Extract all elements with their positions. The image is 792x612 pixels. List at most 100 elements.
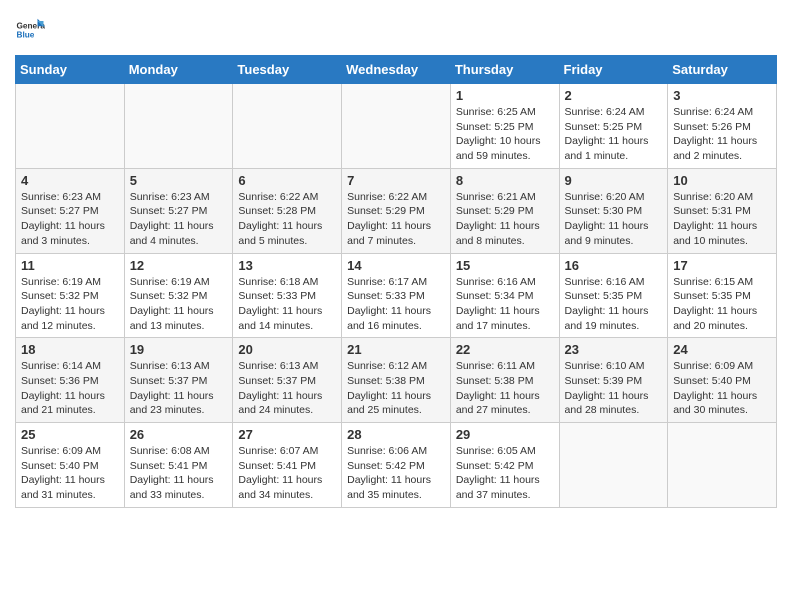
cell-info: Sunrise: 6:24 AMSunset: 5:26 PMDaylight:… xyxy=(673,105,771,164)
day-number: 11 xyxy=(21,258,119,273)
day-cell-9: 9 Sunrise: 6:20 AMSunset: 5:30 PMDaylight… xyxy=(559,168,668,253)
svg-text:Blue: Blue xyxy=(17,31,35,40)
day-number: 10 xyxy=(673,173,771,188)
cell-info: Sunrise: 6:18 AMSunset: 5:33 PMDaylight:… xyxy=(238,275,336,334)
cell-info: Sunrise: 6:10 AMSunset: 5:39 PMDaylight:… xyxy=(565,359,663,418)
cell-info: Sunrise: 6:19 AMSunset: 5:32 PMDaylight:… xyxy=(130,275,228,334)
cell-info: Sunrise: 6:20 AMSunset: 5:30 PMDaylight:… xyxy=(565,190,663,249)
day-number: 26 xyxy=(130,427,228,442)
cell-info: Sunrise: 6:19 AMSunset: 5:32 PMDaylight:… xyxy=(21,275,119,334)
day-cell-20: 20 Sunrise: 6:13 AMSunset: 5:37 PMDayligh… xyxy=(233,338,342,423)
empty-cell xyxy=(668,423,777,508)
day-cell-24: 24Sunrise: 6:09 AMSunset: 5:40 PMDayligh… xyxy=(668,338,777,423)
page-header: General Blue xyxy=(15,15,777,45)
day-number: 9 xyxy=(565,173,663,188)
logo-icon: General Blue xyxy=(15,15,45,45)
cell-info: Sunrise: 6:09 AMSunset: 5:40 PMDaylight:… xyxy=(673,359,771,418)
day-cell-4: 4 Sunrise: 6:23 AMSunset: 5:27 PMDaylight… xyxy=(16,168,125,253)
day-cell-8: 8 Sunrise: 6:21 AMSunset: 5:29 PMDaylight… xyxy=(450,168,559,253)
day-number: 28 xyxy=(347,427,445,442)
empty-cell xyxy=(342,84,451,169)
header-day-wednesday: Wednesday xyxy=(342,56,451,84)
day-cell-27: 27Sunrise: 6:07 AMSunset: 5:41 PMDayligh… xyxy=(233,423,342,508)
day-number: 1 xyxy=(456,88,554,103)
cell-info: Sunrise: 6:09 AMSunset: 5:40 PMDaylight:… xyxy=(21,444,119,503)
day-cell-6: 6 Sunrise: 6:22 AMSunset: 5:28 PMDaylight… xyxy=(233,168,342,253)
cell-info: Sunrise: 6:11 AMSunset: 5:38 PMDaylight:… xyxy=(456,359,554,418)
day-cell-16: 16Sunrise: 6:16 AMSunset: 5:35 PMDayligh… xyxy=(559,253,668,338)
day-cell-3: 3Sunrise: 6:24 AMSunset: 5:26 PMDaylight… xyxy=(668,84,777,169)
day-number: 12 xyxy=(130,258,228,273)
day-number: 4 xyxy=(21,173,119,188)
cell-info: Sunrise: 6:14 AMSunset: 5:36 PMDaylight:… xyxy=(21,359,119,418)
cell-info: Sunrise: 6:22 AMSunset: 5:28 PMDaylight:… xyxy=(238,190,336,249)
day-number: 8 xyxy=(456,173,554,188)
week-row-5: 25 Sunrise: 6:09 AMSunset: 5:40 PMDayligh… xyxy=(16,423,777,508)
logo: General Blue xyxy=(15,15,49,45)
cell-info: Sunrise: 6:06 AMSunset: 5:42 PMDaylight:… xyxy=(347,444,445,503)
week-row-4: 18 Sunrise: 6:14 AMSunset: 5:36 PMDayligh… xyxy=(16,338,777,423)
week-row-1: 1 Sunrise: 6:25 AMSunset: 5:25 PMDaylight… xyxy=(16,84,777,169)
day-cell-12: 12 Sunrise: 6:19 AMSunset: 5:32 PMDayligh… xyxy=(124,253,233,338)
cell-info: Sunrise: 6:13 AMSunset: 5:37 PMDaylight:… xyxy=(238,359,336,418)
day-number: 13 xyxy=(238,258,336,273)
day-cell-13: 13 Sunrise: 6:18 AMSunset: 5:33 PMDayligh… xyxy=(233,253,342,338)
cell-info: Sunrise: 6:12 AMSunset: 5:38 PMDaylight:… xyxy=(347,359,445,418)
cell-info: Sunrise: 6:20 AMSunset: 5:31 PMDaylight:… xyxy=(673,190,771,249)
empty-cell xyxy=(16,84,125,169)
day-cell-29: 29 Sunrise: 6:05 AMSunset: 5:42 PMDayligh… xyxy=(450,423,559,508)
empty-cell xyxy=(559,423,668,508)
day-cell-14: 14 Sunrise: 6:17 AMSunset: 5:33 PMDayligh… xyxy=(342,253,451,338)
cell-info: Sunrise: 6:23 AMSunset: 5:27 PMDaylight:… xyxy=(21,190,119,249)
day-cell-25: 25 Sunrise: 6:09 AMSunset: 5:40 PMDayligh… xyxy=(16,423,125,508)
day-cell-1: 1 Sunrise: 6:25 AMSunset: 5:25 PMDaylight… xyxy=(450,84,559,169)
header-day-friday: Friday xyxy=(559,56,668,84)
day-number: 6 xyxy=(238,173,336,188)
day-cell-26: 26Sunrise: 6:08 AMSunset: 5:41 PMDayligh… xyxy=(124,423,233,508)
header-day-thursday: Thursday xyxy=(450,56,559,84)
day-number: 14 xyxy=(347,258,445,273)
day-cell-21: 21Sunrise: 6:12 AMSunset: 5:38 PMDayligh… xyxy=(342,338,451,423)
cell-info: Sunrise: 6:16 AMSunset: 5:35 PMDaylight:… xyxy=(565,275,663,334)
day-number: 18 xyxy=(21,342,119,357)
day-cell-17: 17 Sunrise: 6:15 AMSunset: 5:35 PMDayligh… xyxy=(668,253,777,338)
cell-info: Sunrise: 6:24 AMSunset: 5:25 PMDaylight:… xyxy=(565,105,663,164)
cell-info: Sunrise: 6:05 AMSunset: 5:42 PMDaylight:… xyxy=(456,444,554,503)
day-number: 25 xyxy=(21,427,119,442)
day-number: 20 xyxy=(238,342,336,357)
day-number: 7 xyxy=(347,173,445,188)
empty-cell xyxy=(233,84,342,169)
day-cell-18: 18 Sunrise: 6:14 AMSunset: 5:36 PMDayligh… xyxy=(16,338,125,423)
header-day-saturday: Saturday xyxy=(668,56,777,84)
day-cell-22: 22 Sunrise: 6:11 AMSunset: 5:38 PMDayligh… xyxy=(450,338,559,423)
day-number: 19 xyxy=(130,342,228,357)
day-number: 15 xyxy=(456,258,554,273)
day-cell-2: 2Sunrise: 6:24 AMSunset: 5:25 PMDaylight… xyxy=(559,84,668,169)
day-number: 5 xyxy=(130,173,228,188)
day-cell-19: 19 Sunrise: 6:13 AMSunset: 5:37 PMDayligh… xyxy=(124,338,233,423)
header-day-monday: Monday xyxy=(124,56,233,84)
cell-info: Sunrise: 6:07 AMSunset: 5:41 PMDaylight:… xyxy=(238,444,336,503)
cell-info: Sunrise: 6:21 AMSunset: 5:29 PMDaylight:… xyxy=(456,190,554,249)
day-number: 22 xyxy=(456,342,554,357)
day-cell-15: 15 Sunrise: 6:16 AMSunset: 5:34 PMDayligh… xyxy=(450,253,559,338)
empty-cell xyxy=(124,84,233,169)
cell-info: Sunrise: 6:23 AMSunset: 5:27 PMDaylight:… xyxy=(130,190,228,249)
calendar-body: 1 Sunrise: 6:25 AMSunset: 5:25 PMDaylight… xyxy=(16,84,777,508)
calendar-table: SundayMondayTuesdayWednesdayThursdayFrid… xyxy=(15,55,777,508)
cell-info: Sunrise: 6:25 AMSunset: 5:25 PMDaylight:… xyxy=(456,105,554,164)
day-cell-28: 28 Sunrise: 6:06 AMSunset: 5:42 PMDayligh… xyxy=(342,423,451,508)
cell-info: Sunrise: 6:17 AMSunset: 5:33 PMDaylight:… xyxy=(347,275,445,334)
cell-info: Sunrise: 6:13 AMSunset: 5:37 PMDaylight:… xyxy=(130,359,228,418)
day-cell-11: 11 Sunrise: 6:19 AMSunset: 5:32 PMDayligh… xyxy=(16,253,125,338)
day-number: 17 xyxy=(673,258,771,273)
header-row: SundayMondayTuesdayWednesdayThursdayFrid… xyxy=(16,56,777,84)
cell-info: Sunrise: 6:15 AMSunset: 5:35 PMDaylight:… xyxy=(673,275,771,334)
day-number: 23 xyxy=(565,342,663,357)
cell-info: Sunrise: 6:16 AMSunset: 5:34 PMDaylight:… xyxy=(456,275,554,334)
header-day-sunday: Sunday xyxy=(16,56,125,84)
day-number: 29 xyxy=(456,427,554,442)
week-row-2: 4 Sunrise: 6:23 AMSunset: 5:27 PMDaylight… xyxy=(16,168,777,253)
header-day-tuesday: Tuesday xyxy=(233,56,342,84)
day-cell-5: 5 Sunrise: 6:23 AMSunset: 5:27 PMDaylight… xyxy=(124,168,233,253)
